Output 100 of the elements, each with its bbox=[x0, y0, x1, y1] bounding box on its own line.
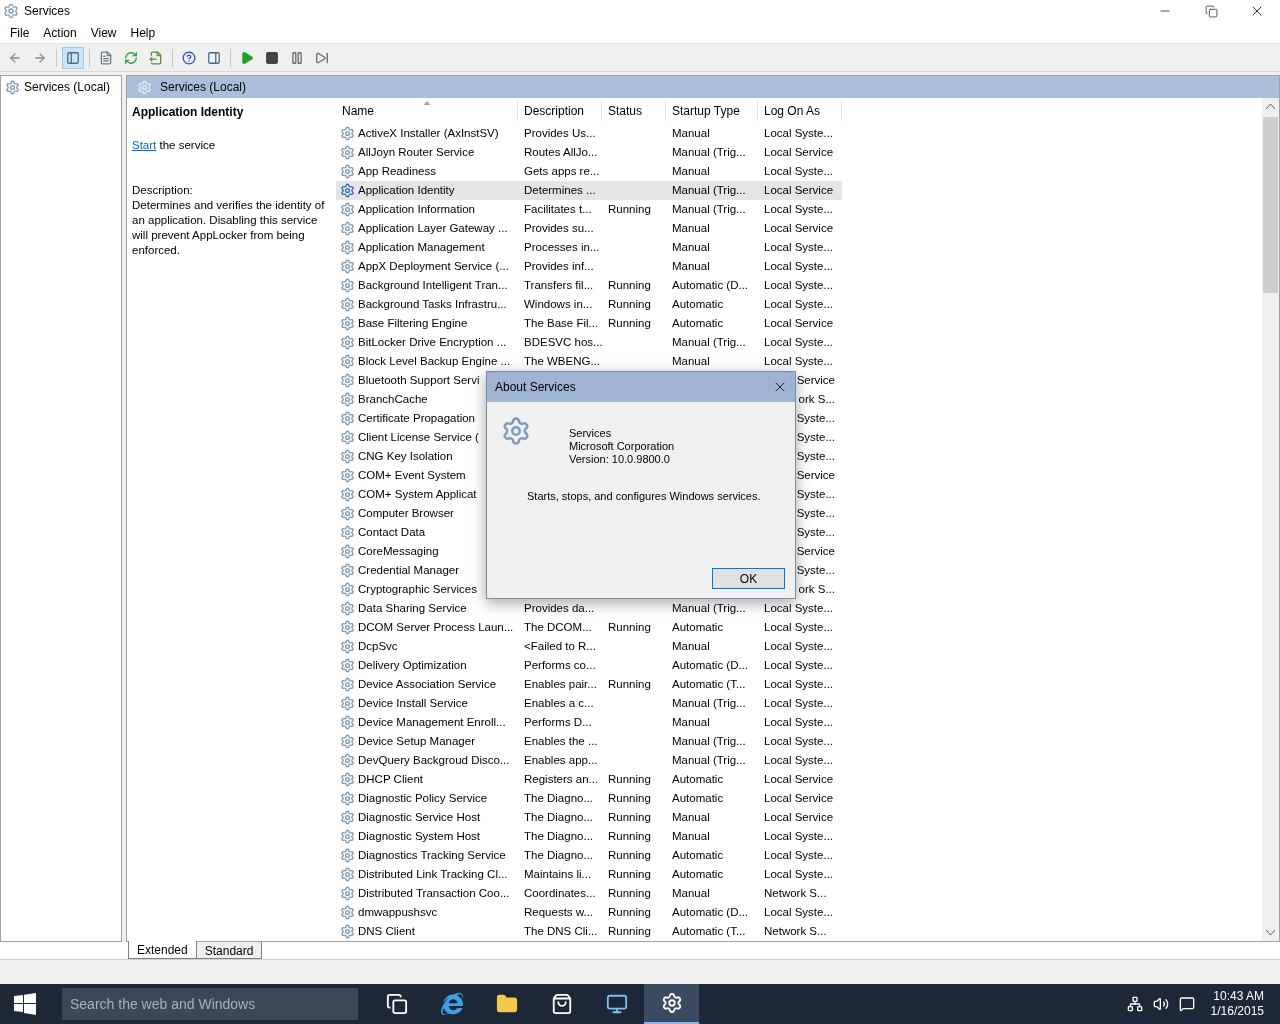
table-cell: Network S... bbox=[764, 887, 827, 900]
table-cell: Running bbox=[608, 868, 651, 881]
table-cell-text: Base Filtering Engine bbox=[358, 315, 468, 331]
table-cell: Local Syste... bbox=[764, 165, 834, 178]
table-cell: Running bbox=[608, 925, 651, 938]
table-cell: Coordinates... bbox=[524, 887, 596, 900]
table-cell-text: Block Level Backup Engine ... bbox=[358, 353, 511, 369]
table-cell: Automatic (D... bbox=[672, 906, 749, 919]
table-cell: Enables pair... bbox=[524, 678, 597, 691]
table-cell: Provides da... bbox=[524, 602, 595, 615]
table-cell: Local Syste... bbox=[764, 127, 834, 140]
table-cell: Local Syste... bbox=[764, 754, 834, 767]
table-cell: The Base Fil... bbox=[524, 317, 599, 330]
table-cell: Provides Us... bbox=[524, 127, 596, 140]
table-cell: Automatic (T... bbox=[672, 925, 746, 938]
table-cell: Running bbox=[608, 298, 651, 311]
table-cell: Automatic bbox=[672, 773, 724, 786]
table-cell: Running bbox=[608, 887, 651, 900]
table-cell: Manual (Trig... bbox=[672, 336, 746, 349]
description-label: Description: bbox=[132, 183, 194, 198]
table-cell-text: Application Management bbox=[358, 239, 485, 255]
table-cell: Running bbox=[608, 811, 651, 824]
table-cell-text: BitLocker Drive Encryption ... bbox=[358, 334, 507, 350]
table-cell-text: Syste... bbox=[796, 486, 835, 502]
table-cell: Automatic bbox=[672, 792, 724, 805]
table-cell: Local Syste... bbox=[764, 241, 834, 254]
table-cell: Local Syste... bbox=[764, 203, 834, 216]
window-title: Services bbox=[24, 3, 70, 20]
table-cell: Manual bbox=[672, 127, 710, 140]
table-cell-text: ork S... bbox=[798, 391, 835, 407]
table-cell-text: CoreMessaging bbox=[358, 543, 439, 559]
table-cell: Provides inf... bbox=[524, 260, 594, 273]
table-cell-text: Application Identity bbox=[358, 182, 455, 198]
table-cell: Manual bbox=[672, 811, 710, 824]
table-cell: Routes AllJo... bbox=[524, 146, 598, 159]
table-cell: Enables the ... bbox=[524, 735, 598, 748]
table-cell: Manual (Trig... bbox=[672, 735, 746, 748]
table-cell-text: Delivery Optimization bbox=[358, 657, 467, 673]
table-cell: Transfers fil... bbox=[524, 279, 594, 292]
action-text: the service bbox=[158, 139, 216, 151]
table-cell-text: COM+ System Applicat bbox=[358, 486, 477, 502]
table-cell: Performs co... bbox=[524, 659, 596, 672]
table-cell-text: Syste... bbox=[796, 505, 835, 521]
table-cell: Windows in... bbox=[524, 298, 593, 311]
table-cell: Manual (Trig... bbox=[672, 184, 746, 197]
table-cell: Provides su... bbox=[524, 222, 594, 235]
table-cell: Requests w... bbox=[524, 906, 594, 919]
table-cell: Manual bbox=[672, 222, 710, 235]
table-cell-text: Application Layer Gateway ... bbox=[358, 220, 508, 236]
table-cell: Network S... bbox=[764, 925, 827, 938]
table-cell-text: Distributed Transaction Coo... bbox=[358, 885, 510, 901]
table-cell-text: Syste... bbox=[796, 524, 835, 540]
table-cell: Running bbox=[608, 792, 651, 805]
table-cell: Local Syste... bbox=[764, 735, 834, 748]
table-cell: Automatic bbox=[672, 317, 724, 330]
table-cell-text: Service bbox=[796, 543, 835, 559]
table-cell: Local Syste... bbox=[764, 602, 834, 615]
table-cell: Local Syste... bbox=[764, 906, 834, 919]
table-cell: The Diagno... bbox=[524, 849, 594, 862]
table-cell: Local Syste... bbox=[764, 298, 834, 311]
table-cell: Registers an... bbox=[524, 773, 599, 786]
table-cell-text: Device Management Enroll... bbox=[358, 714, 506, 730]
table-cell: Running bbox=[608, 203, 651, 216]
table-cell: Local Service bbox=[764, 773, 834, 786]
product-name: Services bbox=[569, 427, 613, 440]
table-cell-text: Certificate Propagation bbox=[358, 410, 475, 426]
table-cell: Maintains li... bbox=[524, 868, 592, 881]
table-cell: Automatic bbox=[672, 621, 724, 634]
table-cell: Local Syste... bbox=[764, 640, 834, 653]
table-cell-text: Bluetooth Support Servi bbox=[358, 372, 480, 388]
table-cell: Manual (Trig... bbox=[672, 203, 746, 216]
table-cell-text: App Readiness bbox=[358, 163, 436, 179]
table-cell: Automatic (D... bbox=[672, 279, 749, 292]
table-cell-text: BranchCache bbox=[358, 391, 428, 407]
service-title: Application Identity bbox=[132, 105, 245, 120]
description-text: Determines and verifies the identity of an application. Disabling this service will prevent AppLocker from being enforced. bbox=[132, 198, 326, 258]
dialog-title: About Services bbox=[495, 379, 576, 396]
table-cell-text: Diagnostic Service Host bbox=[358, 809, 481, 825]
table-cell: Manual (Trig... bbox=[672, 146, 746, 159]
table-cell: Automatic (D... bbox=[672, 659, 749, 672]
table-cell: Manual bbox=[672, 165, 710, 178]
table-cell-text: Syste... bbox=[796, 429, 835, 445]
company-name: Microsoft Corporation bbox=[569, 440, 675, 453]
table-cell: Local Syste... bbox=[764, 868, 834, 881]
table-cell-text: Background Intelligent Tran... bbox=[358, 277, 508, 293]
table-cell: Manual bbox=[672, 355, 710, 368]
table-cell: Manual bbox=[672, 830, 710, 843]
version-text: Version: 10.0.9800.0 bbox=[569, 453, 671, 466]
table-cell: Automatic (T... bbox=[672, 678, 746, 691]
table-cell: Determines ... bbox=[524, 184, 596, 197]
table-cell: Local Syste... bbox=[764, 659, 834, 672]
table-cell: Manual (Trig... bbox=[672, 697, 746, 710]
table-cell-text: Syste... bbox=[796, 562, 835, 578]
table-cell-text: Credential Manager bbox=[358, 562, 459, 578]
table-cell-text: Distributed Link Tracking Cl... bbox=[358, 866, 508, 882]
table-cell: Local Syste... bbox=[764, 830, 834, 843]
dialog-description: Starts, stops, and configures Windows services. bbox=[527, 489, 762, 504]
table-cell: Manual (Trig... bbox=[672, 754, 746, 767]
table-cell-text: Syste... bbox=[796, 410, 835, 426]
table-cell: Manual bbox=[672, 241, 710, 254]
